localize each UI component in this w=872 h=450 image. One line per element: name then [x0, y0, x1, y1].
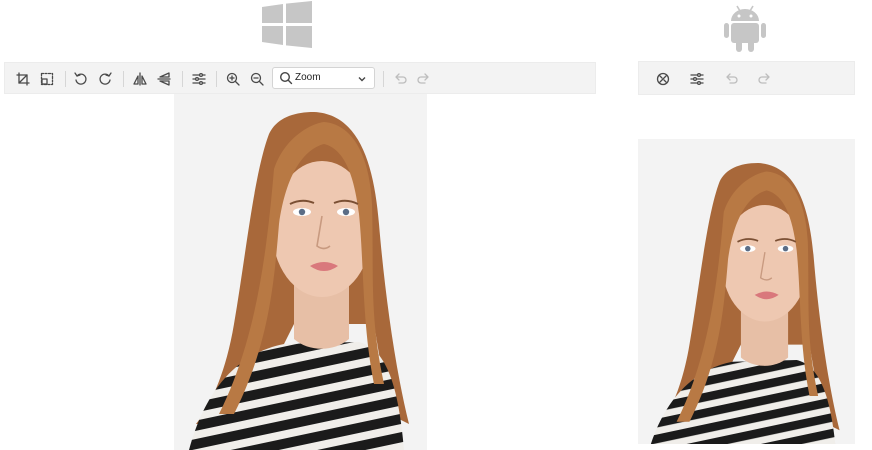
- undo-icon[interactable]: [721, 69, 741, 89]
- portrait-photo: [174, 94, 427, 450]
- transform-icon[interactable]: [37, 69, 57, 89]
- toolbar-separator: [65, 71, 66, 87]
- adjust-sliders-icon[interactable]: [189, 69, 209, 89]
- toolbar-separator: [123, 71, 124, 87]
- portrait-photo: [638, 139, 855, 444]
- android-logo-icon: [724, 4, 766, 52]
- toolbar-separator: [216, 71, 217, 87]
- flip-vertical-icon[interactable]: [154, 69, 174, 89]
- zoom-dropdown-label: Zoom: [295, 72, 321, 83]
- chevron-down-icon: [356, 72, 368, 84]
- windows-image-editor-toolbar: Zoom: [4, 62, 596, 94]
- rotate-right-icon[interactable]: [95, 69, 115, 89]
- toolbar-separator: [182, 71, 183, 87]
- image-canvas-android[interactable]: [638, 139, 855, 444]
- zoom-in-icon[interactable]: [223, 69, 243, 89]
- rotate-left-icon[interactable]: [71, 69, 91, 89]
- redo-icon[interactable]: [414, 69, 434, 89]
- crop-icon[interactable]: [13, 69, 33, 89]
- adjust-sliders-icon[interactable]: [687, 69, 707, 89]
- zoom-dropdown[interactable]: Zoom: [272, 67, 375, 89]
- image-canvas-windows[interactable]: [174, 94, 427, 450]
- zoom-out-icon[interactable]: [247, 69, 267, 89]
- search-icon: [279, 71, 293, 85]
- toolbar-separator: [383, 71, 384, 87]
- edit-tools-icon[interactable]: [653, 69, 673, 89]
- android-image-editor-toolbar: [638, 61, 855, 95]
- flip-horizontal-icon[interactable]: [130, 69, 150, 89]
- windows-logo-icon: [262, 1, 312, 48]
- redo-icon[interactable]: [755, 69, 775, 89]
- undo-icon[interactable]: [390, 69, 410, 89]
